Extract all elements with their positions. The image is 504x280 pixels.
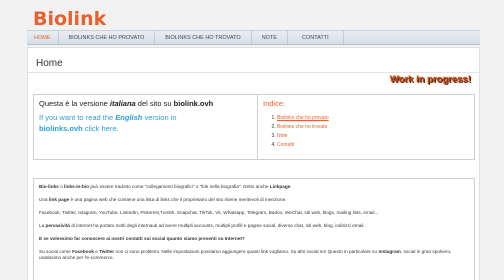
- nav-biolinks-trovato[interactable]: BIOLINKS CHE HO TROVATO: [155, 31, 252, 44]
- index-box: Indice: Biolinks che ho provato Biolinks…: [258, 94, 475, 160]
- paragraph-question: E se volessimo far conoscere ai nostri c…: [39, 236, 245, 241]
- paragraph: Su social come Facebook e Twitter non ci…: [39, 249, 452, 260]
- index-item[interactable]: Biolinks che ho provato: [277, 114, 469, 123]
- english-link[interactable]: If you want to read the English version …: [39, 112, 252, 134]
- site-logo[interactable]: Biolink: [33, 8, 106, 30]
- index-item[interactable]: Biolinks che ho trovato: [277, 123, 469, 132]
- paragraph: Bio-links o links-in-bio può essere trad…: [39, 184, 292, 189]
- language-box: Questa è la versione italiana del sito s…: [33, 94, 258, 160]
- paragraph: La pervasività di internet ha portato mo…: [39, 223, 365, 228]
- page-title: Home: [36, 58, 63, 69]
- index-heading: Indice:: [263, 99, 286, 108]
- paragraph: Una link page è una pagina web che conti…: [39, 197, 287, 202]
- divider: [28, 72, 479, 73]
- nav-note[interactable]: NOTE: [252, 31, 288, 44]
- index-item[interactable]: Contatti: [277, 141, 469, 150]
- nav-contatti[interactable]: CONTATTI: [288, 31, 344, 44]
- index-item[interactable]: Note: [277, 132, 469, 141]
- main-nav: HOME BIOLINKS CHE HO PROVATO BIOLINKS CH…: [27, 30, 480, 45]
- paragraph: Facebook, Twitter, Istagram, YouTube, Li…: [39, 210, 379, 215]
- index-list: Biolinks che ho provato Biolinks che ho …: [263, 114, 469, 150]
- nav-home[interactable]: HOME: [27, 31, 59, 44]
- work-in-progress-banner: Work in progress!: [389, 74, 471, 85]
- description-box: Bio-links o links-in-bio può essere trad…: [33, 178, 475, 280]
- nav-biolinks-provato[interactable]: BIOLINKS CHE HO PROVATO: [59, 31, 156, 44]
- language-note: Questa è la versione italiana del sito s…: [39, 99, 214, 108]
- main-content: Home Work in progress! Questa è la versi…: [27, 47, 480, 280]
